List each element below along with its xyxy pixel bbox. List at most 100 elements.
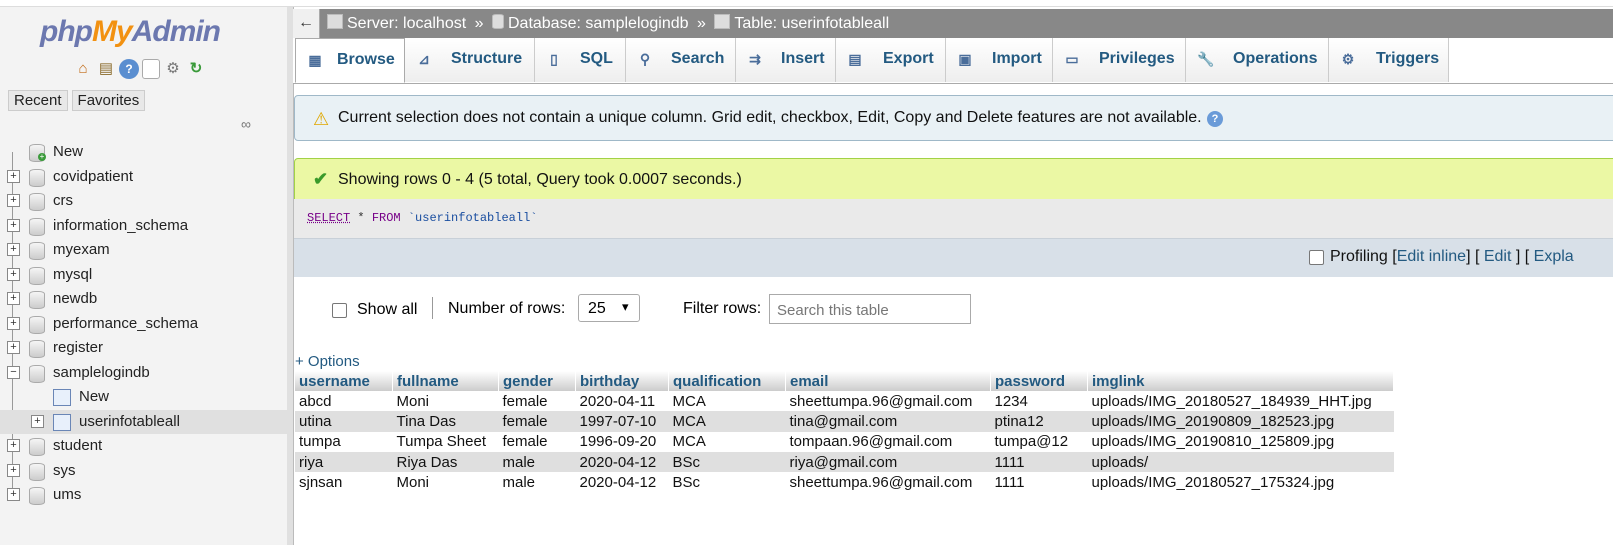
recent-button[interactable]: Recent [8, 90, 68, 111]
tree-item-student[interactable]: + student [0, 434, 287, 459]
explain-link[interactable]: Expla [1534, 248, 1574, 265]
phpmyadmin-logo[interactable]: phpMyAdmin [40, 15, 221, 49]
database-icon [29, 193, 45, 211]
tree-item-newdb[interactable]: + newdb [0, 287, 287, 312]
success-text: Showing rows 0 - 4 (5 total, Query took … [338, 171, 742, 188]
table-cell: sheettumpa.96@gmail.com [789, 392, 973, 410]
link-icon[interactable]: ∞ [241, 116, 251, 132]
expand-icon[interactable]: + [7, 341, 20, 354]
tree-item-label: myexam [53, 241, 110, 258]
tab-triggers[interactable]: ⚙ Triggers [1329, 38, 1449, 82]
sql-keyword-select[interactable]: SELECT [307, 211, 350, 225]
reload-icon[interactable]: ↻ [186, 59, 206, 79]
column-header[interactable]: fullname [392, 371, 499, 391]
docs-icon[interactable] [142, 59, 160, 79]
number-of-rows-select[interactable]: 25 ▾ [578, 294, 640, 322]
help-icon[interactable]: ? [119, 59, 139, 79]
expand-icon[interactable]: + [7, 169, 20, 183]
notice-message: ⚠ Current selection does not contain a u… [294, 95, 1613, 141]
expand-icon[interactable]: + [7, 316, 20, 330]
filter-rows-input[interactable] [775, 296, 969, 324]
expand-icon[interactable]: + [7, 439, 20, 452]
logo-php: php [40, 15, 93, 48]
tab-search[interactable]: ⚲ Search [626, 38, 736, 82]
expand-icon[interactable]: + [7, 292, 20, 305]
database-icon [29, 266, 45, 285]
column-header[interactable]: qualification [668, 371, 786, 391]
tree-item-register[interactable]: + register [0, 336, 287, 361]
table-row: abcd Moni female 2020-04-11 MCA sheettumpa.96… [295, 391, 1394, 411]
expand-icon[interactable]: + [7, 463, 20, 477]
export-icon: ▤ [848, 51, 862, 67]
tree-item-myexam[interactable]: + myexam [0, 238, 287, 263]
privileges-icon: ▭ [1065, 51, 1079, 67]
notice-text: Current selection does not contain a uni… [338, 109, 1202, 126]
tree-item-new-table[interactable]: New [0, 385, 287, 410]
divider [432, 297, 433, 319]
settings-icon[interactable]: ⚙ [163, 59, 183, 79]
favorites-button[interactable]: Favorites [71, 90, 146, 111]
edit-link[interactable]: Edit [1484, 248, 1512, 265]
expand-icon[interactable]: + [7, 243, 20, 256]
column-header[interactable]: gender [498, 371, 576, 391]
table-cell: riya@gmail.com [785, 451, 991, 473]
tree-item-information-schema[interactable]: + information_schema [0, 214, 287, 239]
expand-icon[interactable]: + [31, 414, 44, 428]
table-cell: BSc [668, 451, 786, 473]
tab-insert[interactable]: ⇉ Insert [736, 38, 836, 82]
tab-label: Insert [781, 50, 825, 67]
tab-sql[interactable]: ▯ SQL [535, 38, 626, 82]
triggers-icon: ⚙ [1341, 51, 1355, 67]
column-header[interactable]: password [990, 371, 1088, 391]
tab-import[interactable]: ▣ Import [946, 38, 1053, 82]
breadcrumb: ← Server: localhost » Database: samplelo… [293, 9, 1613, 38]
tree-item-sys[interactable]: + sys [0, 459, 287, 484]
rows-value: 25 [588, 300, 606, 317]
column-header[interactable]: birthday [575, 371, 669, 391]
home-icon[interactable]: ⌂ [73, 59, 93, 79]
tree-item-performance-schema[interactable]: + performance_schema [0, 312, 287, 337]
show-all-checkbox[interactable] [332, 303, 347, 318]
tree-item-new[interactable]: + New [0, 140, 287, 165]
tree-item-samplelogindb[interactable]: − samplelogindb [0, 361, 287, 386]
tree-item-label: userinfotableall [79, 412, 180, 430]
tab-export[interactable]: ▤ Export [836, 38, 946, 82]
breadcrumb-server[interactable]: Server: localhost [347, 15, 466, 32]
tree-item-label: New [79, 388, 110, 405]
tree-item-userinfotableall[interactable]: + userinfotableall [0, 409, 287, 434]
breadcrumb-table[interactable]: Table: userinfotableall [734, 15, 889, 32]
options-link[interactable]: + Options [295, 353, 360, 370]
tab-structure[interactable]: ⊿ Structure [405, 38, 535, 82]
tree-item-mysql[interactable]: + mysql [0, 263, 287, 288]
tab-privileges[interactable]: ▭ Privileges [1053, 38, 1186, 82]
table-cell: Riya Das [392, 451, 499, 473]
database-icon [29, 168, 45, 187]
table-row: utina Tina Das female 1997-07-10 MCA tina@gma… [295, 411, 1394, 432]
database-icon [29, 364, 45, 383]
tab-label: Structure [451, 50, 523, 67]
column-header[interactable]: imglink [1087, 371, 1394, 391]
table-cell: tumpa [299, 433, 341, 451]
help-icon[interactable]: ? [1207, 111, 1223, 127]
collapse-icon[interactable]: − [7, 365, 20, 379]
expand-icon[interactable]: + [7, 194, 20, 207]
logo-my: My [91, 15, 133, 48]
tree-item-crs[interactable]: + crs [0, 189, 287, 214]
profiling-checkbox[interactable] [1309, 250, 1324, 265]
tree-item-covidpatient[interactable]: + covidpatient [0, 165, 287, 190]
tree-item-ums[interactable]: + ums [0, 483, 287, 508]
exit-icon[interactable]: ▤ [96, 59, 116, 79]
edit-inline-link[interactable]: Edit inline [1397, 248, 1466, 265]
tab-browse[interactable]: ▦ Browse [295, 38, 405, 83]
expand-icon[interactable]: + [7, 267, 20, 281]
results-table: username fullname gender birthday qualif… [295, 371, 1394, 492]
column-header[interactable]: email [785, 371, 991, 391]
expand-icon[interactable]: + [7, 488, 20, 501]
tab-operations[interactable]: 🔧 Operations [1186, 38, 1329, 82]
collapse-sidebar-button[interactable]: ← [293, 9, 320, 38]
column-header[interactable]: username [295, 371, 393, 391]
search-icon: ⚲ [639, 51, 651, 67]
breadcrumb-database[interactable]: Database: samplelogindb [508, 15, 689, 32]
table-cell: female [498, 411, 576, 432]
expand-icon[interactable]: + [7, 218, 20, 232]
